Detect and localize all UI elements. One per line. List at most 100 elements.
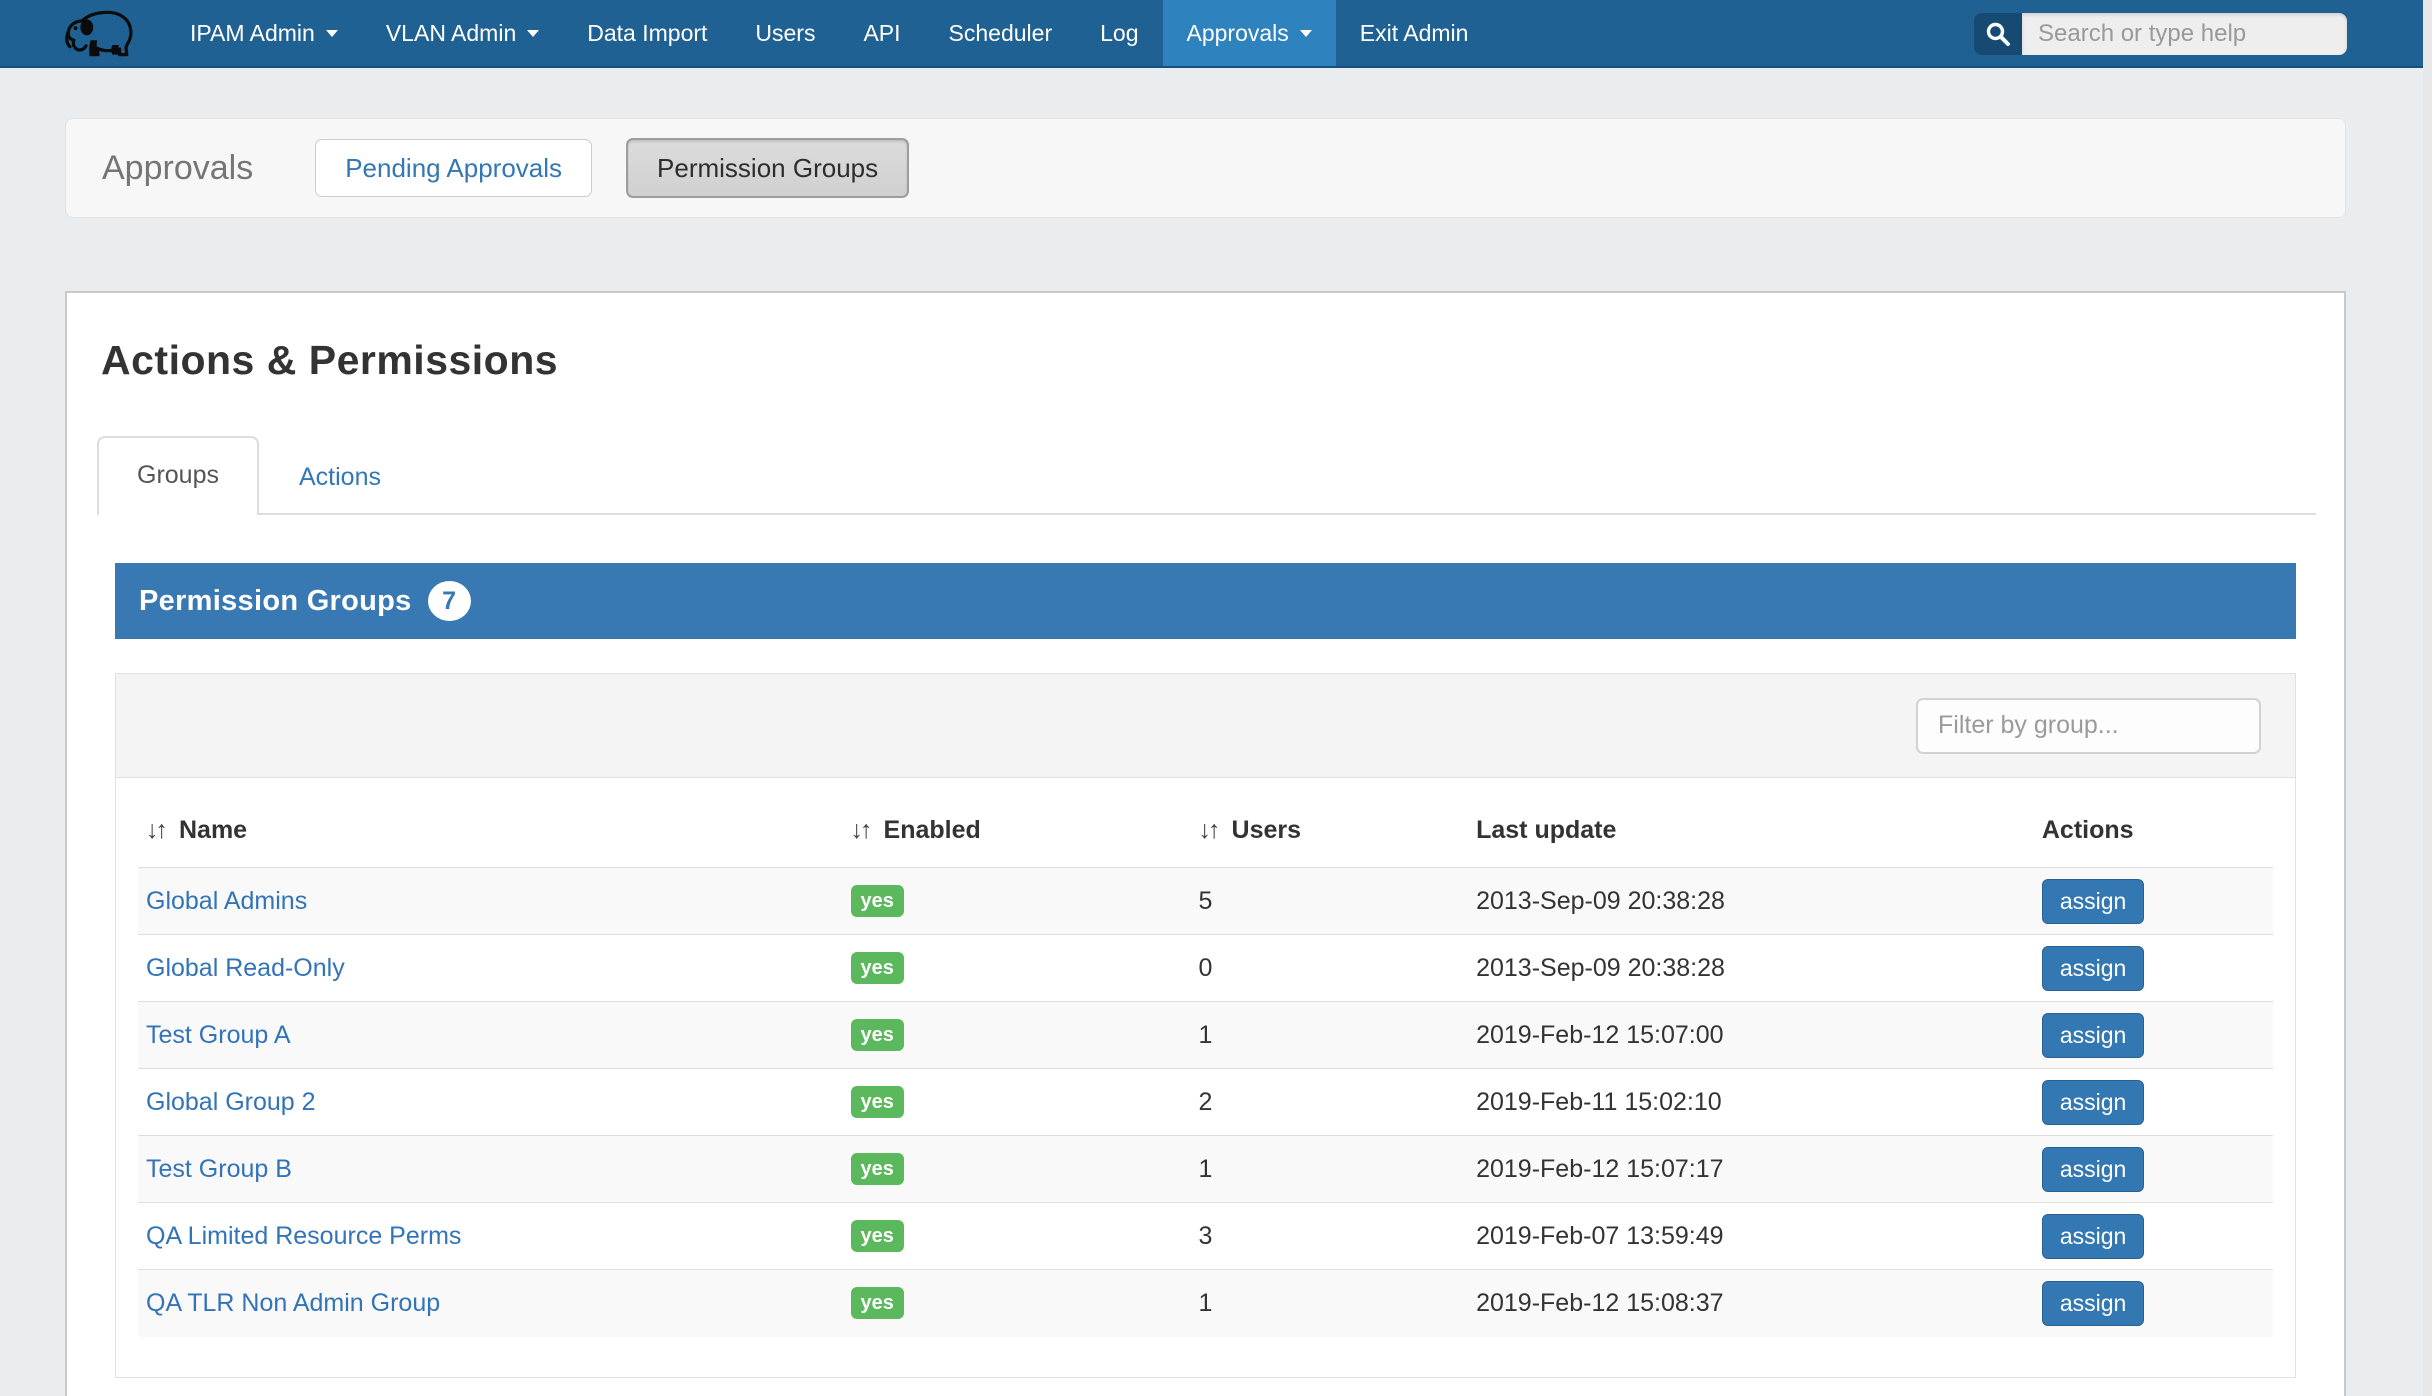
last-update: 2019-Feb-07 13:59:49 [1468, 1203, 2034, 1270]
group-name-link[interactable]: QA TLR Non Admin Group [146, 1289, 440, 1317]
pending-approvals-button[interactable]: Pending Approvals [315, 139, 592, 197]
enabled-badge: yes [851, 1287, 904, 1319]
last-update: 2019-Feb-11 15:02:10 [1468, 1069, 2034, 1136]
assign-button[interactable]: assign [2042, 1214, 2144, 1259]
group-name-link[interactable]: Global Read-Only [146, 954, 345, 982]
column-header-name[interactable]: ↓↑ Name [138, 804, 843, 868]
assign-button[interactable]: assign [2042, 1147, 2144, 1192]
nav-item-data-import[interactable]: Data Import [563, 0, 731, 66]
users-count: 1 [1191, 1136, 1469, 1203]
table-row: QA Limited Resource Perms yes 32019-Feb-07… [138, 1203, 2273, 1270]
table-row: Test Group A yes 12019-Feb-12 15:07:00assi… [138, 1002, 2273, 1069]
nav-item-users[interactable]: Users [731, 0, 839, 66]
group-name-link[interactable]: QA Limited Resource Perms [146, 1222, 461, 1250]
column-header-last-update: Last update [1468, 804, 2034, 868]
enabled-badge: yes [851, 1220, 904, 1252]
users-count: 1 [1191, 1002, 1469, 1069]
column-header-label: Enabled [884, 816, 981, 844]
assign-button[interactable]: assign [2042, 879, 2144, 924]
users-count: 0 [1191, 935, 1469, 1002]
users-count: 1 [1191, 1270, 1469, 1337]
assign-button[interactable]: assign [2042, 946, 2144, 991]
group-count-badge: 7 [428, 581, 471, 621]
column-header-enabled[interactable]: ↓↑ Enabled [843, 804, 1191, 868]
nav-item-label: API [863, 20, 900, 47]
enabled-badge: yes [851, 885, 904, 917]
nav-item-label: IPAM Admin [190, 20, 315, 47]
column-header-users[interactable]: ↓↑ Users [1191, 804, 1469, 868]
chevron-down-icon [326, 30, 338, 37]
chevron-down-icon [527, 30, 539, 37]
nav-item-label: Scheduler [949, 20, 1053, 47]
scrollbar[interactable] [2423, 0, 2432, 1396]
chevron-down-icon [1300, 30, 1312, 37]
column-header-label: Actions [2042, 816, 2134, 844]
table-header-row: ↓↑ Name ↓↑ Enabled ↓↑ Users Last update Actions [138, 804, 2273, 868]
column-header-actions: Actions [2034, 804, 2273, 868]
navbar-search [1974, 13, 2347, 55]
column-header-label: Last update [1476, 816, 1616, 844]
nav-item-label: Log [1100, 20, 1138, 47]
assign-button[interactable]: assign [2042, 1080, 2144, 1125]
sort-icon[interactable]: ↓↑ [146, 816, 165, 844]
page-title: Approvals [102, 149, 253, 188]
nav-item-vlan-admin[interactable]: VLAN Admin [362, 0, 563, 66]
groups-table-container: ↓↑ Name ↓↑ Enabled ↓↑ Users Last update Actions… [115, 673, 2296, 1378]
users-count: 5 [1191, 868, 1469, 935]
actions-permissions-panel: Actions & Permissions Groups Actions Per… [65, 291, 2346, 1396]
table-row: Global Read-Only yes 02013-Sep-09 20:38:28… [138, 935, 2273, 1002]
enabled-badge: yes [851, 952, 904, 984]
last-update: 2013-Sep-09 20:38:28 [1468, 935, 2034, 1002]
nav-item-label: Users [755, 20, 815, 47]
nav-item-log[interactable]: Log [1076, 0, 1162, 66]
nav-item-scheduler[interactable]: Scheduler [925, 0, 1077, 66]
nav-item-api[interactable]: API [839, 0, 924, 66]
group-name-link[interactable]: Test Group A [146, 1021, 291, 1049]
table-row: Test Group B yes 12019-Feb-12 15:07:17assi… [138, 1136, 2273, 1203]
table-row: Global Adminsyes52013-Sep-09 20:38:28ass… [138, 868, 2273, 935]
enabled-badge: yes [851, 1086, 904, 1118]
nav-item-label: VLAN Admin [386, 20, 516, 47]
group-name-link[interactable]: Global Admins [146, 887, 307, 915]
elephant-icon [58, 5, 138, 61]
nav-item-ipam-admin[interactable]: IPAM Admin [166, 0, 362, 66]
tab-content: Permission Groups 7 ↓↑ Name ↓↑ Enabled ↓↑ Use… [67, 515, 2344, 1378]
permission-groups-button[interactable]: Permission Groups [626, 138, 909, 198]
nav-item-exit-admin[interactable]: Exit Admin [1336, 0, 1493, 66]
last-update: 2019-Feb-12 15:07:17 [1468, 1136, 2034, 1203]
table-row: QA TLR Non Admin Group yes 12019-Feb-12 15… [138, 1270, 2273, 1337]
phpipam-logo[interactable] [0, 0, 166, 66]
users-count: 3 [1191, 1203, 1469, 1270]
search-icon[interactable] [1974, 13, 2022, 55]
permission-groups-table: ↓↑ Name ↓↑ Enabled ↓↑ Users Last update Actions… [138, 804, 2273, 1337]
permission-groups-heading: Permission Groups 7 [115, 563, 2296, 639]
nav-item-label: Approvals [1187, 20, 1289, 47]
users-count: 2 [1191, 1069, 1469, 1136]
assign-button[interactable]: assign [2042, 1281, 2144, 1326]
enabled-badge: yes [851, 1153, 904, 1185]
sort-icon[interactable]: ↓↑ [1199, 816, 1218, 844]
group-name-link[interactable]: Test Group B [146, 1155, 292, 1183]
table-body: ↓↑ Name ↓↑ Enabled ↓↑ Users Last update Actions… [116, 778, 2295, 1377]
approvals-header-panel: Approvals Pending Approvals Permission G… [65, 118, 2346, 218]
tab-bar: Groups Actions [97, 436, 2316, 515]
column-header-label: Name [179, 816, 247, 844]
search-input[interactable] [2022, 13, 2347, 55]
group-name-link[interactable]: Global Group 2 [146, 1088, 316, 1116]
table-row: Global Group 2 yes 22019-Feb-11 15:02:10as… [138, 1069, 2273, 1136]
panel-title: Permission Groups [139, 585, 412, 618]
tab-groups[interactable]: Groups [97, 436, 259, 515]
section-title: Actions & Permissions [101, 337, 2344, 384]
top-navbar: IPAM Admin VLAN Admin Data Import Users API S… [0, 0, 2432, 68]
nav-item-approvals[interactable]: Approvals [1163, 0, 1336, 66]
sort-icon[interactable]: ↓↑ [851, 816, 870, 844]
column-header-label: Users [1232, 816, 1302, 844]
last-update: 2019-Feb-12 15:07:00 [1468, 1002, 2034, 1069]
nav-item-label: Exit Admin [1360, 20, 1469, 47]
last-update: 2019-Feb-12 15:08:37 [1468, 1270, 2034, 1337]
assign-button[interactable]: assign [2042, 1013, 2144, 1058]
enabled-badge: yes [851, 1019, 904, 1051]
tab-actions[interactable]: Actions [259, 436, 421, 515]
table-filter-bar [116, 674, 2295, 778]
filter-input[interactable] [1916, 698, 2261, 754]
